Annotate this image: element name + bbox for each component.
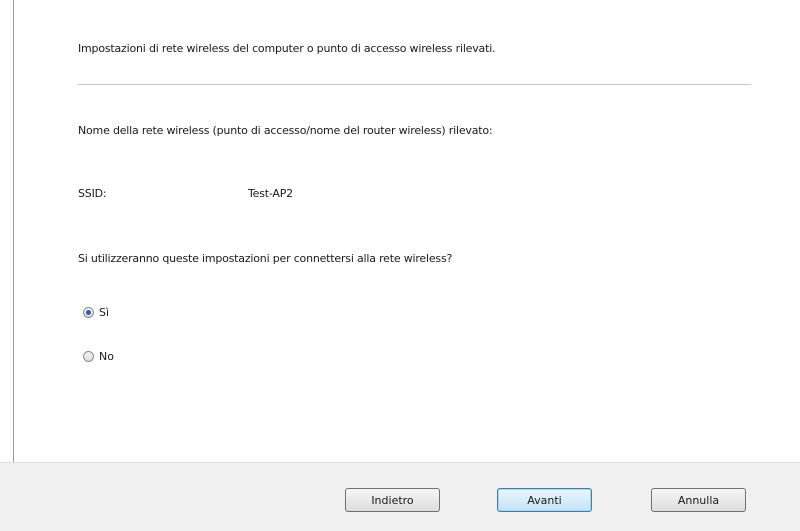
network-name-label: Nome della rete wireless (punto di acces… bbox=[78, 124, 493, 137]
ssid-value: Test-AP2 bbox=[248, 187, 293, 200]
wizard-window: Impostazioni di rete wireless del comput… bbox=[0, 0, 800, 531]
intro-text: Impostazioni di rete wireless del comput… bbox=[78, 42, 496, 55]
radio-option-yes[interactable]: Sì bbox=[83, 306, 109, 319]
back-button[interactable]: Indietro bbox=[345, 488, 440, 512]
cancel-button[interactable]: Annulla bbox=[651, 488, 746, 512]
radio-no-label: No bbox=[99, 350, 114, 363]
radio-unchecked-icon[interactable] bbox=[83, 351, 94, 362]
footer-bar: Indietro Avanti Annulla bbox=[0, 462, 800, 531]
next-button[interactable]: Avanti bbox=[497, 488, 592, 512]
connect-question: Si utilizzeranno queste impostazioni per… bbox=[78, 252, 453, 265]
ssid-label: SSID: bbox=[78, 187, 107, 200]
radio-option-no[interactable]: No bbox=[83, 350, 114, 363]
radio-yes-label: Sì bbox=[99, 306, 110, 319]
window-left-border bbox=[13, 0, 14, 462]
divider bbox=[78, 84, 751, 85]
radio-checked-icon[interactable] bbox=[83, 307, 94, 318]
